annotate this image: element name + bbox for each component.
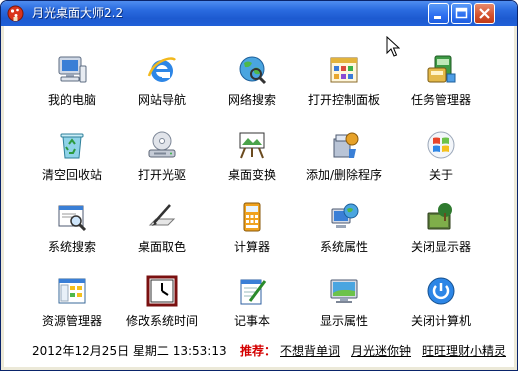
launcher-item-label: 显示属性 bbox=[319, 314, 368, 328]
close-icon bbox=[479, 8, 490, 19]
task-manager-icon bbox=[427, 55, 456, 83]
launcher-item-label: 任务管理器 bbox=[410, 93, 471, 107]
launcher-item-about[interactable]: 关于 bbox=[386, 129, 496, 199]
notepad-icon bbox=[240, 279, 267, 305]
system-properties-icon bbox=[331, 203, 359, 228]
power-icon bbox=[427, 277, 455, 305]
launcher-item-label: 打开控制面板 bbox=[307, 93, 380, 107]
launcher-item-label: 关闭计算机 bbox=[410, 314, 471, 328]
internet-explorer-icon bbox=[147, 57, 176, 82]
main-window: 月光桌面大师2.2 我的电脑 网站导航 网络搜索 打开控制面板 任务管理器 清空… bbox=[0, 0, 518, 371]
recommend-link-mini-clock[interactable]: 月光迷你钟 bbox=[351, 338, 411, 364]
window-title: 月光桌面大师2.2 bbox=[32, 6, 124, 20]
minimize-button[interactable] bbox=[428, 3, 449, 24]
recommend-link-vocabulary[interactable]: 不想背单词 bbox=[280, 338, 340, 364]
launcher-item-turn-off-monitor[interactable]: 关闭显示器 bbox=[386, 201, 496, 271]
recommend-label: 推荐： bbox=[240, 344, 277, 358]
control-panel-icon bbox=[330, 57, 358, 83]
recommend-link-finance[interactable]: 旺旺理财小精灵 bbox=[422, 338, 506, 364]
launcher-item-label: 关闭显示器 bbox=[410, 240, 471, 254]
calculator-icon bbox=[243, 202, 261, 232]
launcher-item-display-properties[interactable]: 显示属性 bbox=[289, 275, 399, 345]
launcher-panel: 我的电脑 网站导航 网络搜索 打开控制面板 任务管理器 清空回收站 打开光驱 桌… bbox=[4, 26, 514, 367]
clock-icon bbox=[146, 275, 178, 307]
status-bar: 2012年12月25日 星期二 13:53:13 推荐： 不想背单词 月光迷你钟… bbox=[4, 338, 514, 364]
launcher-item-system-properties[interactable]: 系统属性 bbox=[289, 201, 399, 271]
monitor-off-icon bbox=[427, 203, 452, 230]
add-remove-programs-icon bbox=[333, 132, 359, 158]
my-computer-icon bbox=[58, 56, 87, 83]
launcher-item-label: 添加/删除程序 bbox=[305, 168, 383, 182]
minimize-icon bbox=[434, 16, 441, 19]
explorer-icon bbox=[58, 278, 86, 304]
launcher-item-add-remove-programs[interactable]: 添加/删除程序 bbox=[289, 129, 399, 199]
maximize-button[interactable] bbox=[451, 3, 472, 24]
system-search-icon bbox=[58, 205, 87, 232]
desktop-change-icon bbox=[239, 132, 265, 159]
launcher-item-label: 关于 bbox=[428, 168, 453, 182]
mouse-cursor-icon bbox=[386, 36, 400, 57]
title-bar[interactable]: 月光桌面大师2.2 bbox=[1, 1, 517, 26]
status-datetime: 2012年12月25日 星期二 13:53:13 bbox=[32, 344, 227, 358]
launcher-item-control-panel[interactable]: 打开控制面板 bbox=[289, 54, 399, 124]
launcher-item-task-manager[interactable]: 任务管理器 bbox=[386, 54, 496, 124]
windows-logo-icon bbox=[427, 131, 455, 159]
network-search-icon bbox=[239, 56, 267, 85]
close-button[interactable] bbox=[474, 3, 495, 24]
cd-drive-icon bbox=[148, 131, 176, 158]
maximize-icon bbox=[455, 7, 468, 19]
launcher-item-label: 系统属性 bbox=[319, 240, 368, 254]
launcher-item-shutdown[interactable]: 关闭计算机 bbox=[386, 275, 496, 345]
app-icon bbox=[7, 5, 24, 22]
color-picker-icon bbox=[148, 204, 176, 226]
display-properties-icon bbox=[330, 279, 358, 303]
recycle-bin-icon bbox=[60, 133, 84, 159]
